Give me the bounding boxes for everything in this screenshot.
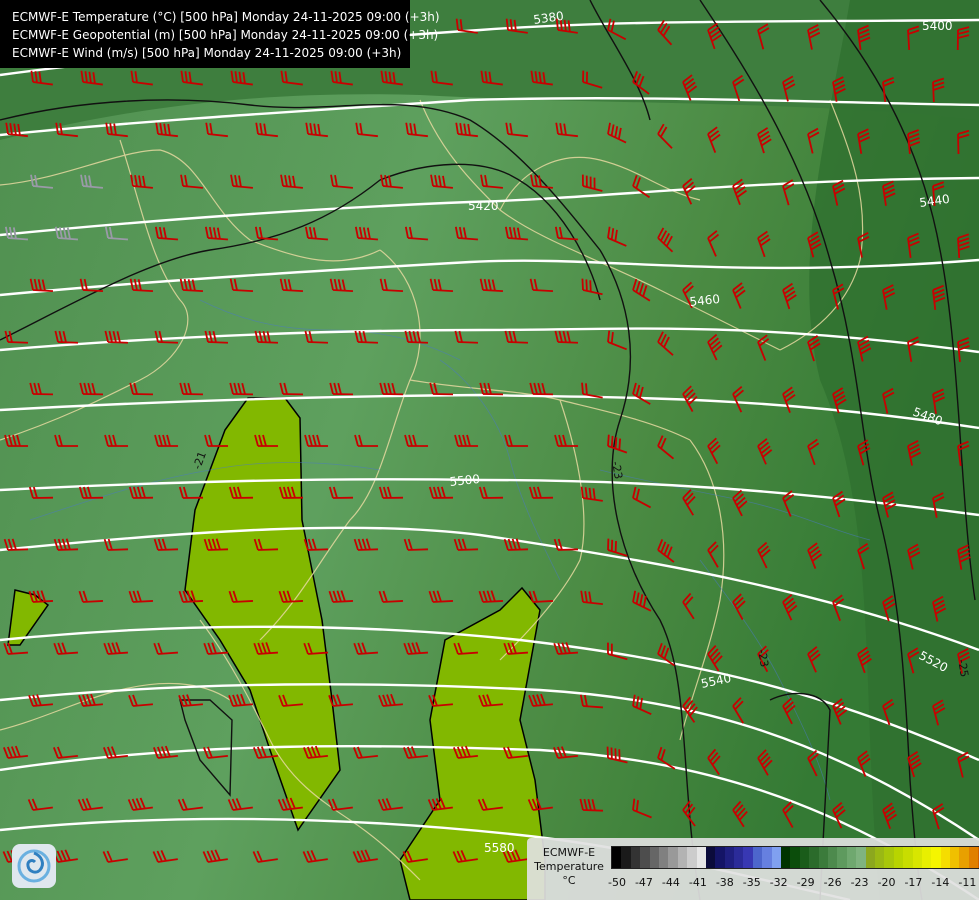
contour-label-5580: 5580 [484, 841, 515, 855]
legend-tick-label: -11 [958, 876, 977, 889]
legend-swatch [809, 847, 819, 868]
weather-map[interactable]: 5380 5400 5420 5440 5460 5480 5500 5520 … [0, 0, 979, 900]
legend-swatch [790, 847, 800, 868]
map-view[interactable]: 5380 5400 5420 5440 5460 5480 5500 5520 … [0, 0, 979, 900]
legend-tick-label: -38 [715, 876, 734, 889]
legend-swatch [818, 847, 828, 868]
contour-label-5420: 5420 [468, 199, 499, 213]
legend-tick-label: -50 [608, 876, 626, 889]
legend-swatch [752, 847, 763, 868]
legend-swatch [734, 847, 744, 868]
legend-swatch [921, 847, 932, 868]
legend-swatch [668, 847, 678, 868]
legend-swatch [677, 847, 688, 868]
legend-tick-label: -41 [688, 876, 707, 889]
legend-swatch [931, 847, 941, 868]
legend-swatch [715, 847, 725, 868]
legend-swatch [762, 847, 772, 868]
legend-swatch [799, 847, 810, 868]
legend-tick-label: -32 [769, 876, 788, 889]
legend-swatch [687, 847, 697, 868]
legend-swatch [658, 847, 669, 868]
legend-swatch [630, 847, 641, 868]
legend-swatch [903, 847, 913, 868]
legend-swatch [893, 847, 904, 868]
legend-tick-label: -14 [931, 876, 950, 889]
legend-swatch [856, 847, 866, 868]
legend-swatch [940, 847, 951, 868]
legend-swatch [724, 847, 735, 868]
legend-title: ECMWF-E Temperature °C [534, 846, 604, 887]
title-line-temperature: ECMWF-E Temperature (°C) [500 hPa] Monda… [12, 10, 440, 24]
legend-tick-label: -26 [823, 876, 842, 889]
swirl-logo-icon [17, 849, 51, 883]
legend-swatch [968, 847, 979, 868]
legend-swatch [743, 847, 753, 868]
legend-swatch [837, 847, 847, 868]
provider-logo [12, 844, 56, 888]
legend-tick-label: -20 [877, 876, 896, 889]
legend-swatch [912, 847, 922, 868]
legend-swatch [959, 847, 969, 868]
legend-swatch [621, 847, 631, 868]
legend-swatch [884, 847, 894, 868]
legend-swatch [827, 847, 838, 868]
title-line-geopotential: ECMWF-E Geopotential (m) [500 hPa] Monda… [12, 28, 439, 42]
legend-swatch [771, 847, 782, 868]
legend-swatch [874, 847, 885, 868]
legend-tick-label: -47 [634, 876, 653, 889]
temperature-legend: ECMWF-E Temperature °C -50 -47 -44 -41 -38 -3… [527, 838, 979, 900]
contour-label-5400: 5400 [922, 19, 953, 33]
legend-tick-label: -23 [850, 876, 869, 889]
map-title-box: ECMWF-E Temperature (°C) [500 hPa] Monda… [0, 0, 440, 68]
legend-swatch [865, 847, 875, 868]
legend-tick-label: -44 [661, 876, 680, 889]
title-line-wind: ECMWF-E Wind (m/s) [500 hPa] Monday 24-1… [12, 46, 402, 60]
legend-swatch [640, 847, 650, 868]
legend-swatch [612, 847, 622, 868]
legend-color-bar [611, 846, 979, 869]
legend-tick-label: -29 [796, 876, 815, 889]
legend-swatch [649, 847, 659, 868]
legend-swatch [696, 847, 706, 868]
legend-tick-label: -17 [904, 876, 923, 889]
legend-tick-label: -35 [742, 876, 761, 889]
legend-swatch [705, 847, 716, 868]
legend-swatch [950, 847, 960, 868]
legend-swatch [846, 847, 857, 868]
legend-swatch [781, 847, 791, 868]
